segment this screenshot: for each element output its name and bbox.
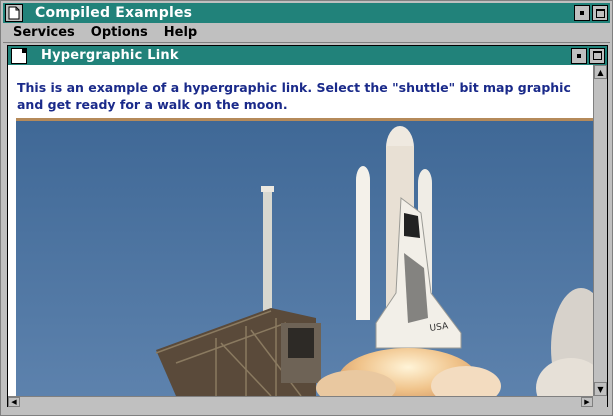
child-maximize-icon[interactable] [589, 47, 605, 64]
menu-bar: Services Options Help [3, 23, 610, 43]
scroll-left-arrow-icon[interactable]: ◀ [8, 397, 20, 407]
child-window-title: Hypergraphic Link [41, 48, 179, 63]
menu-help[interactable]: Help [156, 25, 205, 40]
scrollbar-corner [593, 396, 607, 407]
child-window: Hypergraphic Link This is an example of … [7, 45, 608, 407]
intro-text: This is an example of a hypergraphic lin… [17, 80, 571, 112]
maximize-icon[interactable] [592, 5, 608, 21]
child-minimize-icon[interactable] [571, 47, 587, 64]
window-title: Compiled Examples [35, 5, 193, 21]
vertical-scrollbar[interactable]: ▲ ▼ [593, 65, 607, 396]
system-menu-icon[interactable] [5, 4, 23, 22]
main-titlebar[interactable]: Compiled Examples [3, 3, 610, 23]
scroll-down-arrow-icon[interactable]: ▼ [594, 382, 607, 396]
scroll-right-arrow-icon[interactable]: ▶ [581, 397, 593, 407]
document-icon[interactable] [11, 47, 27, 64]
menu-services[interactable]: Services [3, 25, 83, 40]
horizontal-scrollbar[interactable]: ◀ ▶ [8, 396, 593, 407]
minimize-icon[interactable] [574, 5, 590, 21]
child-titlebar[interactable]: Hypergraphic Link [8, 46, 607, 65]
content-area: This is an example of a hypergraphic lin… [8, 65, 593, 396]
menu-options[interactable]: Options [83, 25, 156, 40]
scroll-up-arrow-icon[interactable]: ▲ [594, 65, 607, 79]
main-window: Compiled Examples Services Options Help … [0, 0, 613, 416]
shuttle-graphic-link[interactable]: USA [16, 118, 593, 396]
